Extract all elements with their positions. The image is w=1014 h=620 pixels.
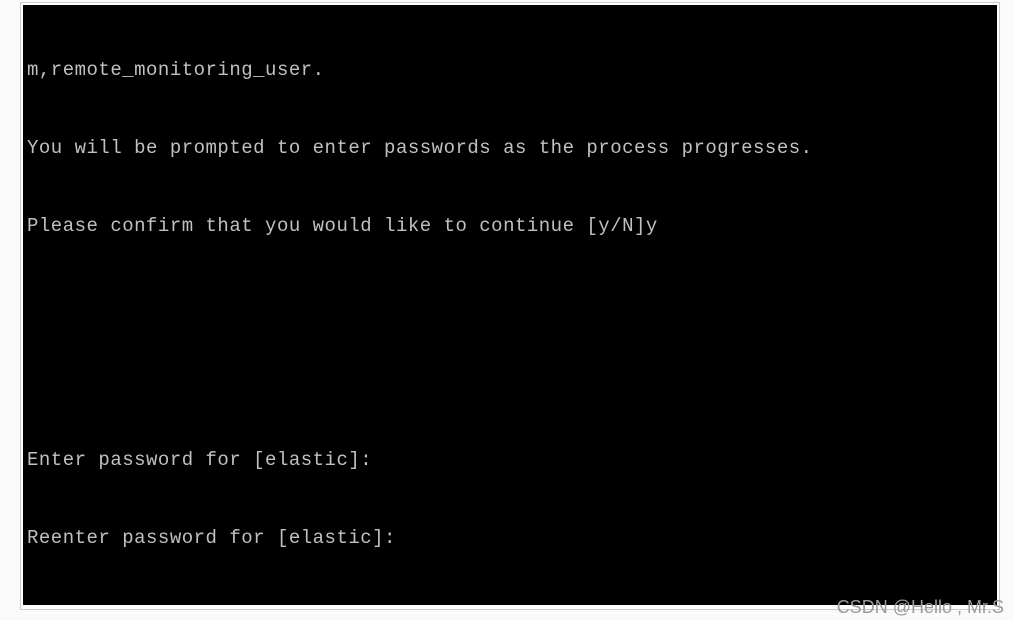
terminal-line: m,remote_monitoring_user. xyxy=(27,57,993,83)
terminal-line: Reenter password for [elastic]: xyxy=(27,525,993,551)
terminal-line: Enter password for [elastic]: xyxy=(27,447,993,473)
terminal-line: Please confirm that you would like to co… xyxy=(27,213,993,239)
terminal-container: m,remote_monitoring_user. You will be pr… xyxy=(20,2,1000,610)
watermark-text: CSDN @Hello , Mr.S xyxy=(837,597,1004,618)
terminal-line xyxy=(27,291,993,317)
terminal[interactable]: m,remote_monitoring_user. You will be pr… xyxy=(23,5,997,605)
terminal-line: You will be prompted to enter passwords … xyxy=(27,135,993,161)
terminal-line xyxy=(27,369,993,395)
